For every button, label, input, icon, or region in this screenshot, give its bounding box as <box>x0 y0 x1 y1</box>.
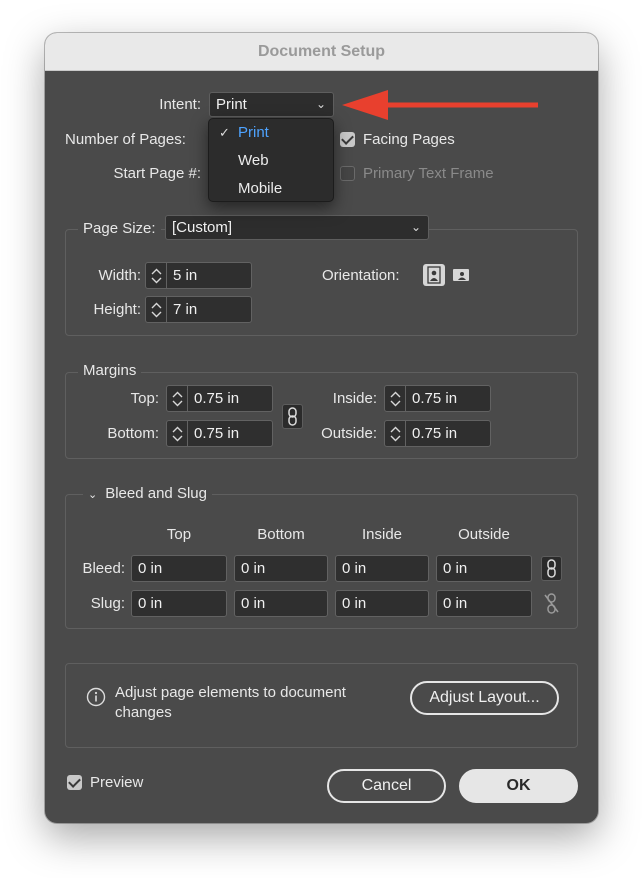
bleed-slug-legend: Bleed and Slug <box>105 485 207 502</box>
intent-option-print[interactable]: ✓ Print <box>209 120 333 146</box>
chevron-down-icon: ⌄ <box>88 489 98 501</box>
chevron-down-icon: ⌄ <box>410 220 421 234</box>
stepper-arrows-icon <box>390 426 401 442</box>
document-setup-dialog: Document Setup Intent: Print ⌄ Number of… <box>45 33 598 823</box>
height-field[interactable]: 7 in <box>166 296 252 323</box>
margins-group <box>65 372 578 459</box>
bleed-col-outside: Outside <box>458 526 510 543</box>
margin-outside-stepper[interactable] <box>384 420 406 447</box>
info-icon <box>86 687 106 707</box>
intent-dropdown-menu: ✓ Print Web Mobile <box>208 118 334 202</box>
chain-link-icon <box>547 559 556 578</box>
stepper-arrows-icon <box>151 302 162 318</box>
chevron-down-icon: ⌄ <box>315 97 326 111</box>
red-arrow-annotation-icon <box>342 90 538 120</box>
bleed-label: Bleed: <box>82 560 125 577</box>
margin-top-field[interactable]: 0.75 in <box>187 385 273 412</box>
stepper-arrows-icon <box>390 391 401 407</box>
portrait-orientation-button[interactable] <box>423 264 445 286</box>
dialog-title: Document Setup <box>45 33 598 71</box>
number-of-pages-label: Number of Pages: <box>65 131 186 148</box>
margin-outside-field[interactable]: 0.75 in <box>405 420 491 447</box>
bleed-col-bottom: Bottom <box>257 526 305 543</box>
cancel-button[interactable]: Cancel <box>327 769 446 803</box>
slug-label: Slug: <box>90 595 125 612</box>
facing-pages-checkbox[interactable] <box>340 132 355 147</box>
page-size-select[interactable]: [Custom] ⌄ <box>165 215 429 240</box>
broken-chain-icon <box>544 593 559 614</box>
primary-text-frame-checkbox[interactable] <box>340 166 355 181</box>
portrait-icon <box>427 266 441 284</box>
width-label: Width: <box>98 267 141 284</box>
bleed-bottom-field[interactable]: 0 in <box>234 555 328 582</box>
width-field[interactable]: 5 in <box>166 262 252 289</box>
slug-unlink-button[interactable] <box>541 591 562 616</box>
stepper-arrows-icon <box>151 268 162 284</box>
margin-outside-label: Outside: <box>321 425 377 442</box>
landscape-orientation-button[interactable] <box>450 264 472 286</box>
slug-outside-field[interactable]: 0 in <box>436 590 532 617</box>
adjust-message-line1: Adjust page elements to document <box>115 684 346 701</box>
margin-inside-stepper[interactable] <box>384 385 406 412</box>
height-stepper[interactable] <box>145 296 167 323</box>
margin-bottom-field[interactable]: 0.75 in <box>187 420 273 447</box>
intent-option-mobile[interactable]: Mobile <box>209 176 333 202</box>
preview-label: Preview <box>90 774 144 791</box>
slug-top-field[interactable]: 0 in <box>131 590 227 617</box>
bleed-outside-field[interactable]: 0 in <box>436 555 532 582</box>
checkmark-icon: ✓ <box>219 125 230 140</box>
page-size-label: Page Size: <box>78 219 161 239</box>
intent-option-web-label: Web <box>238 152 269 169</box>
margin-bottom-label: Bottom: <box>107 425 159 442</box>
margin-inside-field[interactable]: 0.75 in <box>405 385 491 412</box>
primary-text-frame-label: Primary Text Frame <box>363 165 494 182</box>
bleed-col-top: Top <box>166 526 192 543</box>
orientation-label: Orientation: <box>322 267 400 284</box>
height-label: Height: <box>93 301 141 318</box>
intent-select[interactable]: Print ⌄ <box>209 92 334 117</box>
intent-option-print-label: Print <box>238 124 269 141</box>
margins-legend: Margins <box>78 361 142 381</box>
margin-top-label: Top: <box>130 390 159 407</box>
margin-bottom-stepper[interactable] <box>166 420 188 447</box>
stepper-arrows-icon <box>172 391 183 407</box>
landscape-icon <box>453 269 469 281</box>
bleed-col-inside: Inside <box>361 526 403 543</box>
intent-option-web[interactable]: Web <box>209 148 333 174</box>
preview-checkbox[interactable] <box>67 775 82 790</box>
width-stepper[interactable] <box>145 262 167 289</box>
adjust-message-line2: changes <box>115 704 172 721</box>
margin-inside-label: Inside: <box>332 390 377 407</box>
page-size-value: [Custom] <box>172 219 233 236</box>
bleed-top-field[interactable]: 0 in <box>131 555 227 582</box>
intent-label: Intent: <box>159 96 201 113</box>
slug-bottom-field[interactable]: 0 in <box>234 590 328 617</box>
intent-select-value: Print <box>216 96 247 113</box>
start-page-label: Start Page #: <box>113 165 201 182</box>
bleed-link-button[interactable] <box>541 556 562 581</box>
ok-button[interactable]: OK <box>459 769 578 803</box>
bleed-slug-header[interactable]: ⌄ Bleed and Slug <box>83 484 212 505</box>
facing-pages-label: Facing Pages <box>363 131 455 148</box>
slug-inside-field[interactable]: 0 in <box>335 590 429 617</box>
adjust-layout-button[interactable]: Adjust Layout... <box>410 681 559 715</box>
margin-top-stepper[interactable] <box>166 385 188 412</box>
intent-option-mobile-label: Mobile <box>238 180 283 197</box>
stepper-arrows-icon <box>172 426 183 442</box>
bleed-inside-field[interactable]: 0 in <box>335 555 429 582</box>
